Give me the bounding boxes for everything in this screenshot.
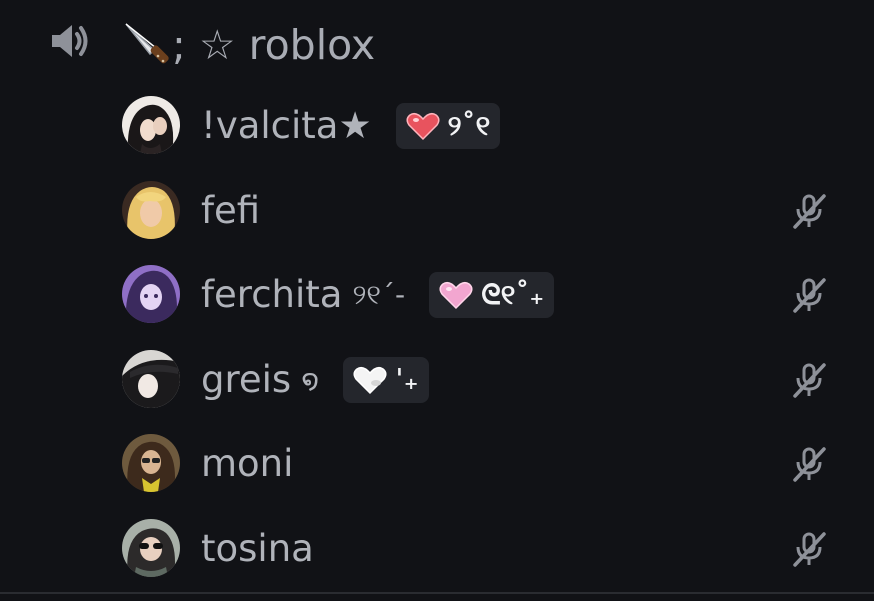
mic-muted-icon[interactable] (790, 192, 828, 230)
badge-text: ᘓ୧˚₊ (481, 278, 545, 311)
status-badge: ˈ₊ (343, 356, 429, 403)
heart-icon (439, 281, 473, 310)
member-row-valcita[interactable]: !valcita★ ୨˚୧ (0, 83, 874, 168)
member-name: greis (201, 357, 292, 401)
member-name: ferchita (201, 273, 343, 316)
avatar (122, 265, 180, 323)
mic-muted-icon[interactable] (790, 361, 828, 399)
avatar (122, 434, 180, 492)
member-name: !valcita★ (201, 104, 372, 147)
mic-muted-icon[interactable] (790, 445, 828, 483)
badge-text: ˈ₊ (395, 362, 419, 396)
avatar (122, 96, 180, 154)
member-list: !valcita★ ୨˚୧ fefi ferchita ୨୧´- ᘓ୧˚₊ gr… (0, 83, 874, 590)
avatar (122, 349, 180, 408)
name-decoration: ୨୧´- (352, 278, 406, 311)
avatar (122, 180, 180, 239)
member-row-tosina[interactable]: tosina (0, 506, 874, 591)
member-row-fefi[interactable]: fefi (0, 168, 874, 253)
member-name: moni (201, 442, 294, 485)
channel-name: ; ☆ roblox (172, 21, 376, 69)
voice-channel-header[interactable]: ; ☆ roblox (0, 0, 874, 90)
name-decoration: ໑ (301, 362, 320, 396)
member-row-ferchita[interactable]: ferchita ୨୧´- ᘓ୧˚₊ (0, 252, 874, 337)
avatar (122, 518, 180, 577)
mic-muted-icon[interactable] (790, 276, 828, 314)
mic-muted-icon[interactable] (790, 530, 828, 568)
heart-icon (406, 112, 440, 141)
member-row-moni[interactable]: moni (0, 421, 874, 506)
member-row-greis[interactable]: greis ໑ ˈ₊ (0, 337, 874, 422)
divider (0, 592, 874, 594)
member-name: fefi (201, 188, 261, 232)
member-name: tosina (201, 526, 314, 570)
badge-text: ୨˚୧ (447, 109, 491, 142)
heart-icon (353, 366, 387, 394)
voice-channel-panel: ; ☆ roblox !valcita★ ୨˚୧ fefi ferchita ୨… (0, 0, 874, 601)
knife-icon (125, 23, 169, 64)
speaker-icon (52, 25, 88, 57)
status-badge: ᘓ୧˚₊ (429, 272, 555, 318)
status-badge: ୨˚୧ (395, 103, 501, 149)
